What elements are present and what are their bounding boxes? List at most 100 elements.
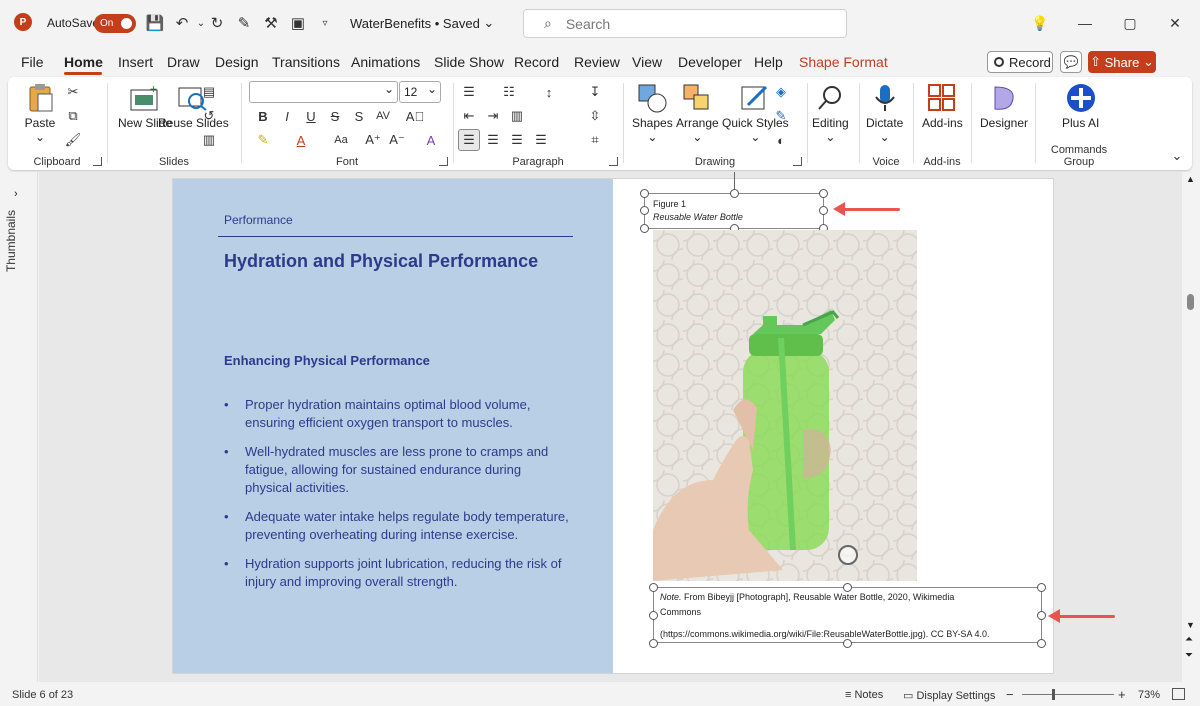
align-left-icon[interactable]: ☰ <box>458 129 480 151</box>
columns-icon[interactable]: ▥ <box>508 107 526 125</box>
shapes-button[interactable]: Shapes ⌄ <box>632 83 673 144</box>
fit-to-window-icon[interactable] <box>1172 688 1185 700</box>
undo-icon[interactable]: ↶ <box>173 14 191 32</box>
resize-handle[interactable] <box>640 224 649 233</box>
document-title[interactable]: WaterBenefits • Saved ⌄ <box>350 0 494 46</box>
resize-handle[interactable] <box>640 189 649 198</box>
underline-icon[interactable]: U <box>302 107 320 125</box>
char-spacing-icon[interactable]: AV <box>374 107 392 125</box>
scroll-down-icon[interactable]: ▼ <box>1186 620 1195 630</box>
zoom-level[interactable]: 73% <box>1138 689 1160 701</box>
resize-handle[interactable] <box>1037 639 1046 648</box>
shape-outline-icon[interactable]: ✎ <box>772 107 790 125</box>
section-icon[interactable]: ▥ <box>200 131 218 149</box>
comments-icon[interactable]: 💬 <box>1060 51 1082 73</box>
numbering-icon[interactable]: ☷ <box>500 83 518 101</box>
resize-handle[interactable] <box>640 206 649 215</box>
drawing-launcher-icon[interactable] <box>793 157 802 166</box>
align-center-icon[interactable]: ☰ <box>484 131 502 149</box>
increase-indent-icon[interactable]: ⇥ <box>484 107 502 125</box>
font-color-icon[interactable]: A <box>292 131 310 149</box>
collapse-ribbon-icon[interactable]: ⌄ <box>1168 147 1186 165</box>
change-case-icon[interactable]: Aa <box>332 131 350 149</box>
arrange-button[interactable]: Arrange ⌄ <box>676 83 719 144</box>
next-slide-icon[interactable]: ⏷ <box>1185 650 1193 661</box>
maximize-button[interactable]: ▢ <box>1118 12 1142 34</box>
resize-handle[interactable] <box>649 639 658 648</box>
resize-handle[interactable] <box>819 206 828 215</box>
format-painter-icon[interactable]: 🖌 <box>64 131 82 149</box>
autosave-toggle[interactable]: On <box>94 14 136 33</box>
slide-title[interactable]: Hydration and Physical Performance <box>224 251 538 272</box>
tab-design[interactable]: Design <box>215 54 259 70</box>
bullet-item[interactable]: Well-hydrated muscles are less prone to … <box>224 443 569 497</box>
resize-handle[interactable] <box>730 189 739 198</box>
designer-button[interactable]: Designer <box>980 83 1028 130</box>
tab-slide-show[interactable]: Slide Show <box>434 54 504 70</box>
increase-font-icon[interactable]: A⁺ <box>364 131 382 149</box>
resize-handle[interactable] <box>649 583 658 592</box>
resize-handle[interactable] <box>649 611 658 620</box>
shadow-icon[interactable]: S <box>350 107 368 125</box>
align-right-icon[interactable]: ☰ <box>508 131 526 149</box>
font-size-combobox[interactable]: 12 <box>399 81 441 103</box>
tab-home[interactable]: Home <box>64 54 103 70</box>
scroll-up-icon[interactable]: ▲ <box>1186 174 1195 184</box>
tab-developer[interactable]: Developer <box>678 54 742 70</box>
slide-subheading[interactable]: Enhancing Physical Performance <box>224 353 430 368</box>
minimize-button[interactable]: — <box>1073 12 1097 34</box>
tab-file[interactable]: File <box>21 54 44 70</box>
zoom-slider-knob[interactable] <box>1052 689 1055 700</box>
resize-handle[interactable] <box>843 583 852 592</box>
water-bottle-photo[interactable] <box>653 230 917 581</box>
search-box[interactable]: ⌕ Search <box>523 9 847 38</box>
clear-format-icon[interactable]: A⃠ <box>406 107 424 125</box>
tab-draw[interactable]: Draw <box>167 54 200 70</box>
save-icon[interactable]: 💾 <box>146 14 165 32</box>
zoom-in-icon[interactable]: + <box>1118 687 1126 702</box>
bullet-item[interactable]: Proper hydration maintains optimal blood… <box>224 396 569 432</box>
tab-animations[interactable]: Animations <box>351 54 420 70</box>
tab-record[interactable]: Record <box>514 54 559 70</box>
zoom-out-icon[interactable]: − <box>1006 687 1014 702</box>
present-icon[interactable]: ▣ <box>289 14 307 32</box>
text-direction-icon[interactable]: ↧ <box>586 83 604 101</box>
resize-handle[interactable] <box>819 189 828 198</box>
smartart-icon[interactable]: ⌗ <box>586 131 604 149</box>
text-effects-icon[interactable]: A <box>422 131 440 149</box>
tab-view[interactable]: View <box>632 54 662 70</box>
bullet-item[interactable]: Hydration supports joint lubrication, re… <box>224 555 569 591</box>
addins-button[interactable]: Add-ins <box>922 83 963 130</box>
strikethrough-icon[interactable]: S <box>326 107 344 125</box>
plus-ai-button[interactable]: Plus AI <box>1062 83 1099 130</box>
magic-wand-icon[interactable]: ⚒ <box>262 14 280 32</box>
resize-handle[interactable] <box>1037 611 1046 620</box>
justify-icon[interactable]: ☰ <box>532 131 550 149</box>
customize-qa-icon[interactable]: ▿ <box>316 14 334 32</box>
font-launcher-icon[interactable] <box>439 157 448 166</box>
reuse-slides-button[interactable]: Reuse Slides <box>158 83 229 130</box>
scrollbar-thumb[interactable] <box>1187 294 1194 310</box>
resize-handle[interactable] <box>843 639 852 648</box>
lightbulb-icon[interactable]: 💡 <box>1028 12 1052 34</box>
decrease-font-icon[interactable]: A⁻ <box>388 131 406 149</box>
font-name-combobox[interactable] <box>249 81 398 103</box>
display-settings-button[interactable]: ▭ Display Settings <box>903 689 995 702</box>
tab-shape-format[interactable]: Shape Format <box>799 54 888 70</box>
highlight-icon[interactable]: ✎ <box>254 131 272 149</box>
layout-icon[interactable]: ▤ <box>200 83 218 101</box>
bullet-item[interactable]: Adequate water intake helps regulate bod… <box>224 508 569 544</box>
tab-insert[interactable]: Insert <box>118 54 153 70</box>
copy-icon[interactable]: ⧉ <box>64 107 82 125</box>
resize-handle[interactable] <box>1037 583 1046 592</box>
slide-section-label[interactable]: Performance <box>224 213 293 227</box>
paste-button[interactable]: Paste ⌄ <box>24 83 56 144</box>
tab-help[interactable]: Help <box>754 54 783 70</box>
cut-icon[interactable]: ✂ <box>64 83 82 101</box>
bold-icon[interactable]: B <box>254 107 272 125</box>
shape-effects-icon[interactable]: ◐ <box>772 131 790 149</box>
rotate-handle-icon[interactable] <box>838 545 858 565</box>
align-text-icon[interactable]: ⇳ <box>586 107 604 125</box>
redo-icon[interactable]: ↻ <box>208 14 226 32</box>
reset-icon[interactable]: ↺ <box>200 107 218 125</box>
